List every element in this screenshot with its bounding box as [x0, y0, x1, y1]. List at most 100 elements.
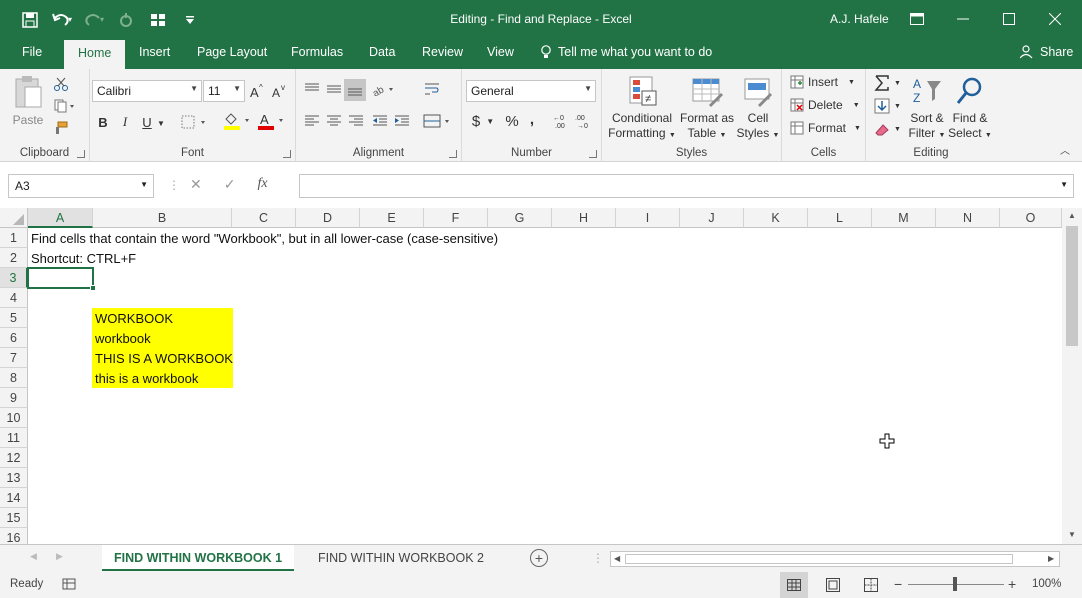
align-center-icon[interactable] — [324, 111, 344, 131]
row-header-7[interactable]: 7 — [0, 348, 28, 368]
sheet-tab-1[interactable]: FIND WITHIN WORKBOOK 1 — [102, 545, 295, 571]
tab-page-layout[interactable]: Page Layout — [197, 45, 267, 59]
column-header-n[interactable]: N — [936, 208, 1000, 228]
scroll-down-icon[interactable]: ▼ — [1068, 530, 1076, 539]
column-header-j[interactable]: J — [680, 208, 744, 228]
share-button[interactable]: Share — [1020, 45, 1073, 59]
page-break-view-icon[interactable] — [864, 578, 878, 595]
previous-sheet-icon[interactable]: ◀ — [30, 551, 37, 562]
confirm-entry-icon[interactable]: ✓ — [224, 176, 236, 193]
row-header-2[interactable]: 2 — [0, 248, 28, 268]
tab-insert[interactable]: Insert — [139, 45, 170, 59]
insert-function-button[interactable]: fx — [257, 176, 267, 193]
tab-file[interactable]: File — [22, 45, 42, 59]
decrease-indent-icon[interactable] — [370, 111, 390, 131]
row-header-12[interactable]: 12 — [0, 448, 28, 468]
horizontal-scrollbar[interactable]: ◀ ▶ — [610, 551, 1060, 567]
row-header-15[interactable]: 15 — [0, 508, 28, 528]
active-cell-a3[interactable] — [27, 267, 94, 289]
horizontal-scroll-thumb[interactable] — [625, 554, 1013, 564]
column-header-h[interactable]: H — [552, 208, 616, 228]
column-header-l[interactable]: L — [808, 208, 872, 228]
increase-indent-icon[interactable] — [392, 111, 412, 131]
user-name[interactable]: A.J. Hafele — [830, 12, 889, 26]
increase-font-icon[interactable]: A ^ — [248, 82, 266, 100]
scroll-right-icon[interactable]: ▶ — [1048, 554, 1054, 563]
row-header-4[interactable]: 4 — [0, 288, 28, 308]
cell-a2[interactable]: Shortcut: CTRL+F — [28, 248, 139, 268]
maximize-icon[interactable] — [986, 4, 1032, 34]
tab-view[interactable]: View — [487, 45, 514, 59]
delete-cells-button[interactable]: Delete ▼ — [790, 98, 860, 112]
tell-me-box[interactable]: Tell me what you want to do — [540, 45, 712, 59]
comma-button[interactable]: , — [524, 109, 540, 129]
decrease-decimal-icon[interactable]: .00 →0 — [574, 111, 594, 131]
middle-align-icon[interactable] — [324, 79, 344, 99]
column-header-a[interactable]: A — [28, 208, 93, 228]
font-name-dropdown[interactable]: Calibri ▼ — [92, 80, 202, 102]
row-header-13[interactable]: 13 — [0, 468, 28, 488]
formula-input[interactable]: ▼ — [299, 174, 1074, 198]
row-header-8[interactable]: 8 — [0, 368, 28, 388]
new-sheet-icon[interactable]: + — [530, 549, 548, 567]
tab-data[interactable]: Data — [369, 45, 395, 59]
borders-icon[interactable] — [180, 113, 212, 131]
insert-cells-button[interactable]: Insert ▼ — [790, 75, 855, 89]
column-header-b[interactable]: B — [93, 208, 232, 228]
tab-home[interactable]: Home — [64, 40, 126, 69]
column-header-d[interactable]: D — [296, 208, 360, 228]
vertical-scrollbar[interactable]: ▲ ▼ — [1062, 208, 1082, 544]
cell-b7[interactable]: THIS IS A WORKBOOK — [92, 348, 236, 368]
zoom-slider-thumb[interactable] — [953, 577, 957, 591]
macro-record-icon[interactable] — [62, 577, 76, 594]
alignment-launcher-icon[interactable] — [449, 150, 457, 158]
column-header-e[interactable]: E — [360, 208, 424, 228]
tab-formulas[interactable]: Formulas — [291, 45, 343, 59]
font-launcher-icon[interactable] — [283, 150, 291, 158]
normal-view-icon[interactable] — [780, 572, 808, 598]
column-header-f[interactable]: F — [424, 208, 488, 228]
tab-splitter-icon[interactable]: ⋮ — [592, 551, 604, 565]
bold-button[interactable]: B — [94, 112, 112, 132]
cell-b8[interactable]: this is a workbook — [92, 368, 201, 388]
cell-a1[interactable]: Find cells that contain the word "Workbo… — [28, 228, 501, 248]
clipboard-launcher-icon[interactable] — [77, 150, 85, 158]
worksheet-grid[interactable]: A B C D E F G H I J K L M N O 1 2 3 4 5 … — [0, 208, 1062, 544]
row-header-14[interactable]: 14 — [0, 488, 28, 508]
row-header-16[interactable]: 16 — [0, 528, 28, 544]
row-header-5[interactable]: 5 — [0, 308, 28, 328]
fill-color-icon[interactable] — [222, 111, 254, 131]
percent-button[interactable]: % — [502, 111, 522, 131]
minimize-icon[interactable] — [940, 4, 986, 34]
sheet-tab-2[interactable]: FIND WITHIN WORKBOOK 2 — [306, 545, 496, 571]
vertical-scroll-thumb[interactable] — [1066, 226, 1078, 346]
font-color-icon[interactable]: A — [256, 111, 288, 131]
cut-icon[interactable] — [50, 75, 72, 93]
fill-button[interactable]: ▼ — [874, 98, 901, 114]
column-header-g[interactable]: G — [488, 208, 552, 228]
column-header-m[interactable]: M — [872, 208, 936, 228]
increase-decimal-icon[interactable]: ←0.00 — [552, 111, 572, 131]
orientation-icon[interactable]: ab — [370, 79, 400, 99]
find-select-button[interactable]: Find & Select ▼ — [948, 75, 992, 143]
number-format-dropdown[interactable]: General ▼ — [466, 80, 596, 102]
expand-formula-bar-icon[interactable]: ▼ — [1060, 180, 1068, 189]
formula-bar-splitter-icon[interactable]: ⋮ — [168, 178, 180, 192]
row-header-6[interactable]: 6 — [0, 328, 28, 348]
select-all-corner[interactable] — [0, 208, 28, 228]
format-cells-button[interactable]: Format ▼ — [790, 121, 861, 135]
bottom-align-icon[interactable] — [344, 79, 366, 101]
row-header-9[interactable]: 9 — [0, 388, 28, 408]
format-as-table-button[interactable]: Format as Table ▼ — [676, 75, 738, 143]
page-layout-view-icon[interactable] — [826, 578, 840, 595]
collapse-ribbon-icon[interactable]: ︿ — [1060, 142, 1070, 157]
zoom-level[interactable]: 100% — [1032, 578, 1061, 590]
align-left-icon[interactable] — [302, 111, 322, 131]
close-icon[interactable] — [1032, 4, 1078, 34]
fill-handle[interactable] — [90, 285, 96, 291]
ribbon-display-options-icon[interactable] — [894, 4, 940, 34]
wrap-text-icon[interactable] — [422, 79, 442, 99]
merge-center-icon[interactable] — [422, 111, 454, 131]
underline-button[interactable]: U — [138, 112, 156, 132]
cell-b6[interactable]: workbook — [92, 328, 154, 348]
